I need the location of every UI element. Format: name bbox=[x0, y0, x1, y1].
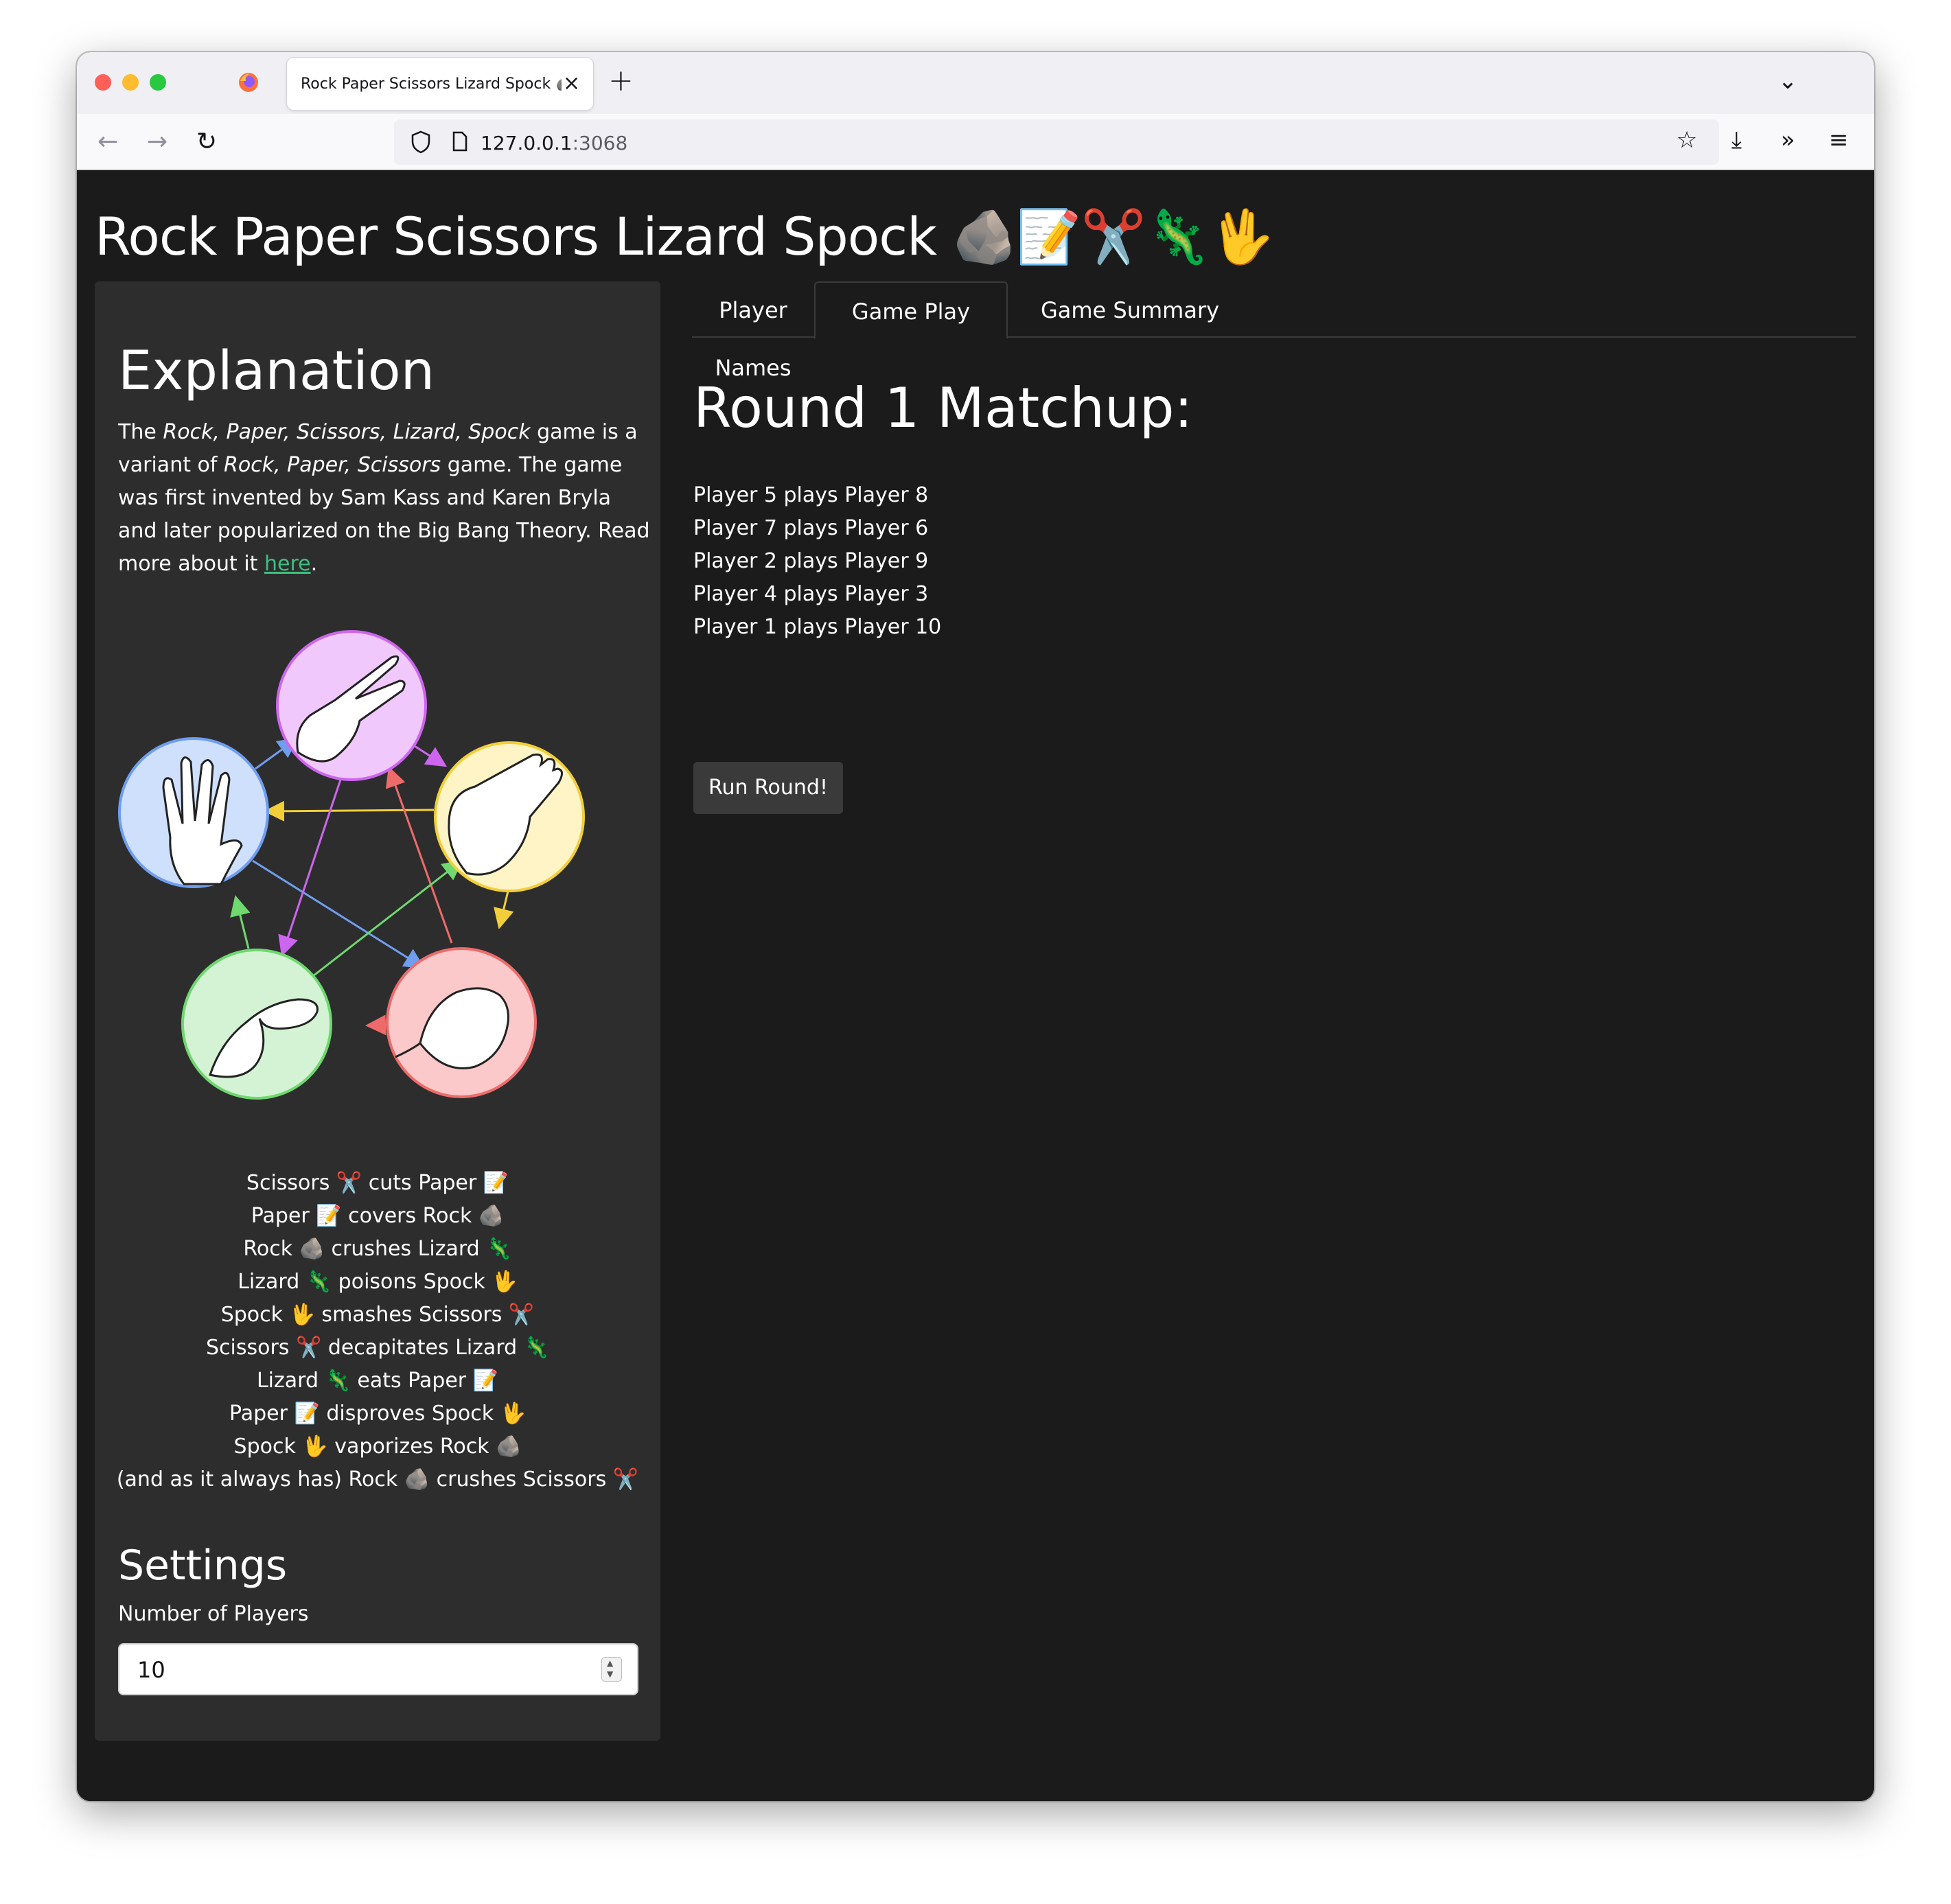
extensions-overflow-icon[interactable]: » bbox=[1781, 126, 1795, 154]
url-port: :3068 bbox=[572, 132, 628, 154]
arrow-lizard-spock bbox=[230, 895, 251, 949]
tab-game-summary[interactable]: Game Summary bbox=[1008, 281, 1252, 339]
firefox-icon bbox=[239, 73, 258, 92]
rule-line: Spock 🖖 vaporizes Rock 🪨 bbox=[233, 1435, 522, 1459]
rule-line: Paper 📝 disproves Spock 🖖 bbox=[229, 1402, 527, 1426]
reload-icon[interactable]: ↻ bbox=[196, 128, 217, 156]
sidebar-panel: Explanation The Rock, Paper, Scissors, L… bbox=[95, 281, 660, 1741]
url-host: 127.0.0.1 bbox=[481, 132, 573, 154]
new-tab-button[interactable]: + bbox=[608, 63, 634, 98]
rule-line: Lizard 🦎 poisons Spock 🖖 bbox=[238, 1270, 518, 1294]
rule-line: Rock 🪨 crushes Lizard 🦎 bbox=[243, 1237, 512, 1261]
forward-arrow-icon[interactable]: → bbox=[147, 128, 168, 156]
close-window-button[interactable] bbox=[95, 74, 111, 91]
minimize-window-button[interactable] bbox=[122, 74, 139, 91]
matchup-line: Player 1 plays Player 10 bbox=[693, 615, 942, 639]
rock-circle bbox=[386, 947, 537, 1098]
rule-line: Scissors ✂️ cuts Paper 📝 bbox=[246, 1171, 509, 1195]
stepper-down-icon[interactable]: ▼ bbox=[607, 1669, 613, 1679]
explanation-part-1: The bbox=[118, 420, 163, 444]
browser-tab[interactable]: Rock Paper Scissors Lizard Spock 🪨📝✂️🦎🖖 … bbox=[287, 58, 593, 110]
rules-list: Scissors ✂️ cuts Paper 📝 Paper 📝 covers … bbox=[95, 1167, 660, 1496]
bookmark-star-icon[interactable]: ☆ bbox=[1676, 126, 1697, 154]
rpsls-diagram bbox=[118, 630, 585, 1100]
tab-list-chevron-icon[interactable]: ⌄ bbox=[1778, 67, 1798, 95]
stepper-up-icon[interactable]: ▲ bbox=[607, 1658, 613, 1668]
arrow-paper-spock bbox=[264, 800, 435, 822]
tab-title: Rock Paper Scissors Lizard Spock 🪨📝✂️🦎🖖 bbox=[301, 76, 562, 93]
download-icon[interactable]: ⤓ bbox=[1731, 126, 1742, 154]
explanation-text: The Rock, Paper, Scissors, Lizard, Spock… bbox=[118, 416, 654, 581]
lizard-circle bbox=[181, 949, 332, 1100]
rule-line: Spock 🖖 smashes Scissors ✂️ bbox=[220, 1303, 535, 1327]
arrow-scissors-lizard bbox=[278, 775, 343, 957]
read-more-link[interactable]: here bbox=[264, 552, 311, 576]
matchup-line: Player 7 plays Player 6 bbox=[693, 516, 929, 540]
number-of-players-input[interactable]: 10 ▲ ▼ bbox=[118, 1643, 638, 1695]
scissors-circle bbox=[276, 630, 427, 781]
number-stepper[interactable]: ▲ ▼ bbox=[601, 1657, 622, 1682]
tab-player-names[interactable]: Player Names bbox=[692, 281, 814, 381]
matchup-line: Player 4 plays Player 3 bbox=[693, 582, 929, 606]
explanation-emphasis-2: Rock, Paper, Scissors bbox=[223, 453, 441, 477]
explanation-title: Explanation bbox=[118, 340, 435, 402]
matchup-list: Player 5 plays Player 8 Player 7 plays P… bbox=[693, 479, 941, 644]
number-of-players-value: 10 bbox=[137, 1657, 165, 1683]
title-bar: Rock Paper Scissors Lizard Spock 🪨📝✂️🦎🖖 … bbox=[77, 52, 1874, 114]
spock-circle bbox=[118, 737, 269, 888]
matchup-line: Player 2 plays Player 9 bbox=[693, 549, 929, 573]
paper-circle bbox=[434, 741, 585, 892]
run-round-button[interactable]: Run Round! bbox=[693, 762, 843, 814]
shield-icon[interactable] bbox=[411, 130, 431, 154]
matchup-line: Player 5 plays Player 8 bbox=[693, 483, 929, 507]
rule-line: Scissors ✂️ decapitates Lizard 🦎 bbox=[205, 1336, 550, 1360]
rule-line: Lizard 🦎 eats Paper 📝 bbox=[256, 1369, 499, 1393]
tab-bar: Player Names Game Play Game Summary bbox=[692, 281, 1856, 381]
menu-icon[interactable]: ≡ bbox=[1829, 126, 1849, 154]
tab-game-play[interactable]: Game Play bbox=[814, 281, 1008, 339]
maximize-window-button[interactable] bbox=[150, 74, 166, 91]
page-info-icon[interactable] bbox=[452, 131, 468, 152]
rule-line: (and as it always has) Rock 🪨 crushes Sc… bbox=[116, 1467, 639, 1491]
browser-window: Rock Paper Scissors Lizard Spock 🪨📝✂️🦎🖖 … bbox=[77, 52, 1874, 1801]
explanation-part-4: . bbox=[310, 552, 318, 576]
round-title: Round 1 Matchup: bbox=[693, 376, 1193, 440]
rule-line: Paper 📝 covers Rock 🪨 bbox=[251, 1204, 505, 1228]
app-title: Rock Paper Scissors Lizard Spock 🪨📝✂️🦎🖖 bbox=[95, 206, 1274, 267]
navigation-bar: ← → ↻ 127.0.0.1:3068 ☆ ⤓ » ≡ bbox=[77, 114, 1874, 170]
url-bar[interactable]: 127.0.0.1:3068 bbox=[394, 119, 1719, 165]
explanation-emphasis-1: Rock, Paper, Scissors, Lizard, Spock bbox=[163, 420, 531, 444]
tab-close-icon[interactable]: × bbox=[563, 71, 580, 95]
settings-title: Settings bbox=[118, 1542, 288, 1590]
number-of-players-label: Number of Players bbox=[118, 1602, 309, 1626]
url-text: 127.0.0.1:3068 bbox=[481, 132, 627, 154]
arrow-spock-rock bbox=[252, 859, 426, 969]
page-content: Rock Paper Scissors Lizard Spock 🪨📝✂️🦎🖖 … bbox=[77, 170, 1874, 1801]
back-arrow-icon[interactable]: ← bbox=[97, 128, 118, 156]
